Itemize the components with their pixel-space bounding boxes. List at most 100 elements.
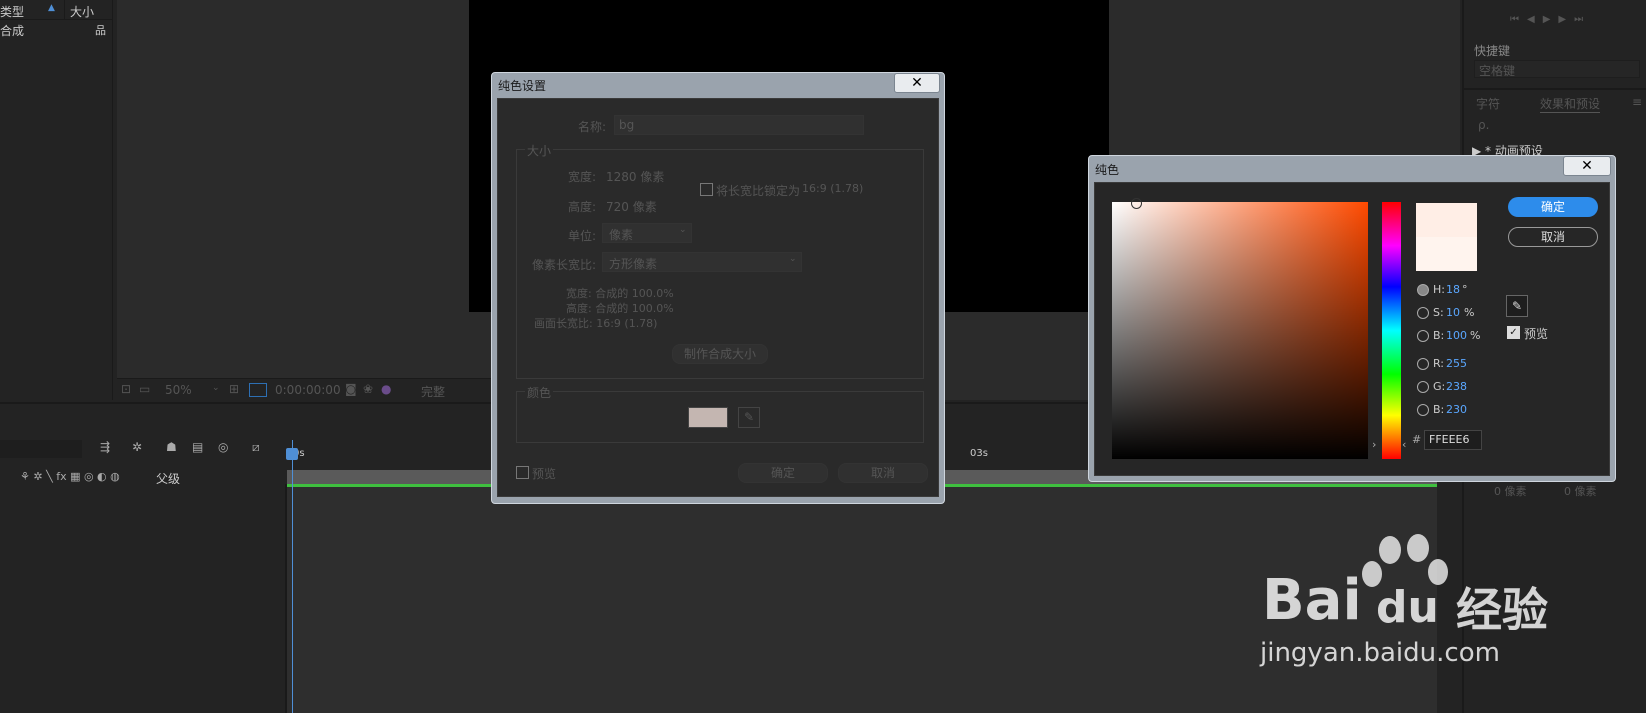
b-value[interactable]: 100 (1446, 329, 1467, 342)
h-radio[interactable] (1417, 284, 1429, 296)
layer-switches-icons[interactable]: ⚘ ✲ ╲ fx ▦ ◎ ◐ ◍ (20, 470, 120, 483)
name-label: 名称: (578, 120, 607, 134)
eyedropper-icon[interactable]: ✎ (738, 407, 760, 428)
lock-aspect-label: 将长宽比锁定为 (716, 184, 801, 198)
marker-03s: 03s (970, 448, 988, 459)
color-cancel-button[interactable]: 取消 (1508, 227, 1598, 247)
make-comp-size-button[interactable]: 制作合成大小 (672, 344, 768, 364)
original-color-swatch[interactable] (1416, 237, 1477, 271)
graph-editor-icon[interactable]: ⧄ (252, 440, 260, 455)
unit-label: 单位: (568, 229, 597, 243)
hex-input[interactable]: FFEEE6 (1424, 430, 1482, 450)
g-radio[interactable] (1417, 381, 1429, 393)
col-size[interactable]: 大小 (70, 3, 94, 20)
current-time-handle[interactable] (286, 448, 298, 460)
eyedropper-icon[interactable]: ✎ (1506, 295, 1528, 317)
s-value[interactable]: 10 (1446, 306, 1460, 319)
tab-character[interactable]: 字符 (1476, 95, 1500, 112)
menu-icon[interactable]: ≡ (1632, 95, 1642, 109)
preview-label: 预览 (532, 467, 557, 481)
close-button[interactable]: ✕ (1563, 156, 1611, 176)
h-unit: ° (1462, 283, 1468, 296)
s-radio[interactable] (1417, 307, 1429, 319)
hue-arrow-left-icon[interactable]: ‹ (1402, 438, 1406, 451)
color-ok-button[interactable]: 确定 (1508, 197, 1598, 217)
hue-arrow-right-icon[interactable]: › (1372, 438, 1376, 451)
watermark-url: jingyan.baidu.com (1260, 638, 1500, 668)
blue-label: B: (1433, 403, 1445, 416)
snapshot-icon[interactable]: ⊡ (121, 382, 131, 396)
frame-blending-icon[interactable]: ▤ (192, 440, 203, 454)
col-type[interactable]: 类型 (0, 3, 24, 20)
hex-hash-label: # (1412, 433, 1422, 446)
unit-select[interactable]: 像素 ⌄ (602, 223, 692, 243)
motion-blur-icon[interactable]: ◎ (218, 440, 228, 454)
name-input[interactable]: bg (614, 115, 864, 135)
height-value[interactable]: 720 像素 (606, 198, 657, 215)
shortcut-value: 空格键 (1479, 64, 1516, 78)
zoom-select[interactable]: 50% (165, 383, 192, 397)
color-preview-label: 预览 (1524, 327, 1549, 341)
timecode[interactable]: 0:00:00:00 (275, 383, 341, 397)
close-button[interactable]: ✕ (894, 73, 940, 93)
r-value[interactable]: 255 (1446, 357, 1467, 370)
divider (1464, 88, 1646, 90)
cancel-button[interactable]: 取消 (838, 463, 928, 483)
h-label: H: (1433, 283, 1445, 296)
g-value[interactable]: 238 (1446, 380, 1467, 393)
unit-value: 像素 (609, 228, 634, 242)
color-group-label: 颜色 (525, 384, 554, 401)
quality-select[interactable]: 完整 (421, 383, 445, 400)
height-label: 高度: (568, 200, 597, 214)
g-label: G: (1433, 380, 1446, 393)
hue-slider[interactable] (1382, 202, 1401, 459)
preview-checkbox[interactable] (516, 466, 529, 479)
draft-3d-icon[interactable]: ✲ (132, 440, 142, 454)
color-preview-checkbox[interactable]: ✓ (1507, 326, 1520, 339)
playback-controls[interactable]: ⏮◀▶▶⏭ (1510, 14, 1591, 25)
comp-flowchart-icon[interactable]: ⇶ (100, 440, 110, 454)
monitor-icon[interactable]: ▭ (139, 382, 150, 396)
cancel-label: 取消 (1540, 230, 1565, 244)
color-cursor[interactable] (1131, 198, 1142, 209)
region-icon[interactable] (249, 383, 267, 397)
color-wheel-icon[interactable]: ● (381, 382, 391, 396)
camera-icon[interactable]: ◙ (345, 382, 357, 396)
saturation-brightness-field[interactable] (1112, 202, 1368, 459)
lock-aspect-checkbox[interactable] (700, 183, 713, 196)
watermark-brand-a: Bai (1262, 568, 1362, 633)
current-time-indicator[interactable] (292, 440, 293, 713)
sort-up-icon[interactable]: ▲ (48, 3, 55, 13)
layer-list (0, 484, 287, 713)
color-swatch-button[interactable] (688, 407, 728, 428)
r-radio[interactable] (1417, 358, 1429, 370)
r-label: R: (1433, 357, 1445, 370)
pixel-aspect-value: 方形像素 (609, 257, 658, 271)
size-group-label: 大小 (525, 142, 554, 159)
baidu-watermark: Bai du 经验 jingyan.baidu.com (1252, 530, 1582, 670)
h-value[interactable]: 18 (1446, 283, 1460, 296)
shortcut-label: 快捷键 (1474, 44, 1511, 58)
px-value-1: 0 像素 (1494, 485, 1527, 498)
project-header: 类型 ▲ 大小 (0, 0, 112, 20)
blue-value[interactable]: 230 (1446, 403, 1467, 416)
timeline-search-input[interactable] (0, 440, 82, 458)
solid-settings-body: 名称: bg 大小 宽度: 1280 像素 高度: 720 像素 将长宽比锁定为… (497, 98, 939, 497)
ok-button[interactable]: 确定 (738, 463, 828, 483)
height-percent: 高度: 合成的 100.0% (566, 302, 674, 315)
project-item-comp[interactable]: 合成 (0, 22, 24, 39)
hide-shy-icon[interactable]: ☗ (166, 440, 177, 454)
b-radio[interactable] (1417, 330, 1429, 342)
tab-effects-presets[interactable]: 效果和预设 (1540, 95, 1601, 113)
chevron-down-icon: ⌄ (789, 254, 797, 264)
shortcut-select[interactable]: 空格键 (1474, 60, 1640, 78)
blue-radio[interactable] (1417, 404, 1429, 416)
channels-icon[interactable]: ❀ (363, 382, 373, 396)
viewer-toolbar: ⊡ ▭ 50% ⌄ ⊞ 0:00:00:00 ◙ ❀ ● 完整 (117, 378, 497, 400)
effects-search-input[interactable]: ρ. (1478, 118, 1489, 132)
width-value[interactable]: 1280 像素 (606, 168, 664, 185)
fit-icon[interactable]: ⊞ (229, 382, 239, 396)
b-unit: % (1470, 329, 1481, 342)
pixel-aspect-select[interactable]: 方形像素 ⌄ (602, 252, 802, 272)
lock-aspect-value: 16:9 (1.78) (802, 182, 864, 195)
